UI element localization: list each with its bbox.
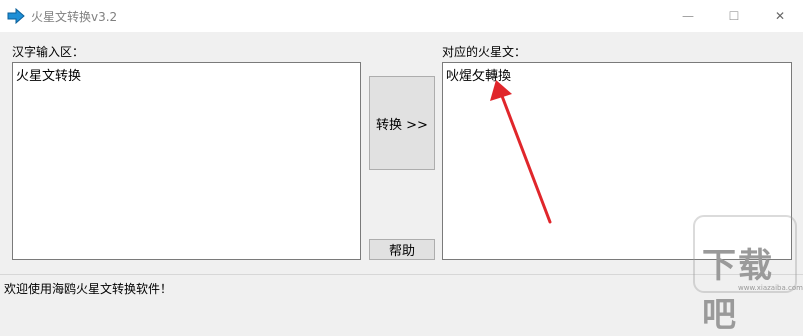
maximize-button[interactable]: ☐ bbox=[711, 0, 757, 32]
close-button[interactable]: ✕ bbox=[757, 0, 803, 32]
watermark-url: www.xiazaiba.com bbox=[738, 284, 803, 292]
output-area-label: 对应的火星文： bbox=[442, 45, 527, 59]
hanzi-input-textarea[interactable]: 火星文转换 bbox=[12, 62, 361, 260]
app-arrow-icon bbox=[7, 8, 25, 24]
status-bar: 欢迎使用海鸥火星文转换软件！ bbox=[0, 274, 803, 298]
title-bar: 火星文转换v3.2 — ☐ ✕ bbox=[0, 0, 803, 32]
input-area-label: 汉字输入区： bbox=[12, 45, 85, 59]
status-text: 欢迎使用海鸥火星文转换软件！ bbox=[4, 282, 173, 296]
convert-button[interactable]: 转换 >> bbox=[369, 76, 435, 170]
help-button[interactable]: 帮助 bbox=[369, 239, 435, 260]
minimize-button[interactable]: — bbox=[665, 0, 711, 32]
window-title: 火星文转换v3.2 bbox=[31, 10, 118, 24]
